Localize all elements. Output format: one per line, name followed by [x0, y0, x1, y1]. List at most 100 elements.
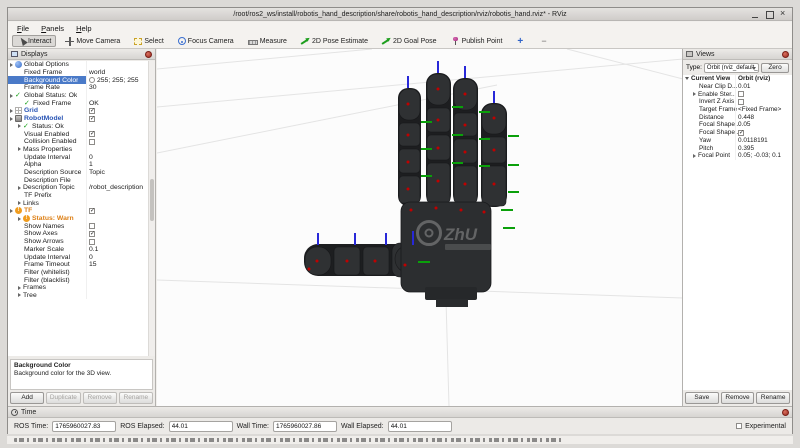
property-row-status-ok[interactable]: Status: Ok — [8, 122, 148, 131]
property-row-tf-prefix[interactable]: TF Prefix — [8, 191, 148, 200]
expand-arrow-icon[interactable] — [693, 153, 696, 158]
property-row-links[interactable]: Links — [8, 199, 148, 208]
measure-button[interactable]: Measure — [243, 35, 292, 47]
maximize-icon[interactable] — [765, 10, 774, 19]
property-row-collision-enabled[interactable]: Collision Enabled — [8, 137, 148, 146]
property-row-background-color[interactable]: Background Color 255; 255; 255 — [8, 76, 148, 85]
expand-arrow-icon[interactable] — [18, 185, 21, 190]
time-field-input-wall-time[interactable] — [273, 420, 338, 432]
displays-rename-button[interactable]: Rename — [118, 392, 153, 404]
displays-add-button[interactable]: Add — [10, 392, 45, 404]
property-row-focal-shape[interactable]: Focal Shape... 0.05 — [683, 121, 792, 129]
time-field-input-ros-time[interactable] — [52, 420, 117, 432]
property-row-global-options[interactable]: Global Options — [8, 61, 148, 69]
property-row-frame-timeout[interactable]: Frame Timeout 15 — [8, 260, 148, 269]
property-row-description-file[interactable]: Description File — [8, 176, 148, 184]
minimize-icon[interactable] — [751, 10, 760, 19]
publish-point-button[interactable]: Publish Point — [446, 35, 508, 47]
property-row-near-clip-d[interactable]: Near Clip D... 0.01 — [683, 82, 792, 91]
property-row-status-warn[interactable]: Status: Warn — [8, 214, 148, 223]
expand-arrow-icon[interactable] — [18, 124, 21, 129]
focus-camera-button[interactable]: Focus Camera — [173, 35, 239, 47]
property-row-invert-z-axis[interactable]: Invert Z Axis — [683, 98, 792, 106]
menu-item-panels[interactable]: Panels — [35, 23, 70, 34]
menu-item-help[interactable]: Help — [70, 23, 97, 34]
interact-button[interactable]: Interact — [12, 35, 57, 47]
checkbox[interactable]: ✓ — [89, 107, 95, 114]
property-row-frame-rate[interactable]: Frame Rate 30 — [8, 84, 148, 92]
expand-arrow-icon[interactable] — [10, 116, 13, 121]
property-row-fixed-frame[interactable]: Fixed Frame world — [8, 68, 148, 77]
property-row-robotmodel[interactable]: RobotModel ✓ — [8, 114, 148, 123]
checkbox[interactable]: ✓ — [738, 129, 744, 136]
property-row-fixed-frame[interactable]: Fixed Frame OK — [8, 99, 148, 108]
views-close-button[interactable] — [782, 50, 789, 58]
property-row-update-interval[interactable]: Update Interval 0 — [8, 253, 148, 261]
property-row-description-topic[interactable]: Description Topic/robot_description — [8, 184, 148, 192]
property-row-filter-blacklist[interactable]: Filter (blacklist) — [8, 276, 148, 284]
property-row-marker-scale[interactable]: Marker Scale 0.1 — [8, 245, 148, 254]
property-row-tf[interactable]: TF ✓ — [8, 207, 148, 215]
expand-arrow-icon[interactable] — [10, 93, 13, 98]
experimental-checkbox[interactable] — [736, 423, 743, 429]
views-rename-button[interactable]: Rename — [756, 392, 791, 404]
views-save-button[interactable]: Save — [685, 392, 719, 404]
minus-button[interactable] — [534, 35, 553, 47]
expand-arrow-icon[interactable] — [10, 208, 13, 213]
displays-duplicate-button[interactable]: Duplicate — [46, 392, 81, 404]
property-row-yaw[interactable]: Yaw 0.0118191 — [683, 136, 792, 145]
2d-pose-estimate-button[interactable]: 2D Pose Estimate — [296, 35, 373, 47]
property-row-enable-ster[interactable]: Enable Ster... — [683, 90, 792, 99]
checkbox[interactable]: ✓ — [89, 207, 95, 214]
3d-viewport[interactable]: ZhU — [157, 49, 683, 406]
expand-arrow-icon[interactable] — [10, 62, 13, 67]
checkbox[interactable] — [89, 238, 95, 245]
property-row-filter-whitelist[interactable]: Filter (whitelist) — [8, 268, 148, 277]
property-row-target-frame[interactable]: Target Frame <Fixed Frame> — [683, 105, 792, 114]
property-row-update-interval[interactable]: Update Interval 0 — [8, 153, 148, 161]
displays-close-button[interactable] — [145, 50, 152, 58]
expand-arrow-icon[interactable] — [18, 147, 21, 152]
property-row-description-source[interactable]: Description Source Topic — [8, 168, 148, 177]
expand-arrow-icon[interactable] — [18, 216, 21, 221]
menu-item-file[interactable]: File — [11, 23, 35, 34]
checkbox[interactable] — [738, 91, 744, 98]
view-type-select[interactable]: Orbit (rviz_default_ — [703, 62, 759, 73]
checkbox[interactable] — [89, 223, 95, 230]
expand-arrow-icon[interactable] — [18, 201, 21, 206]
property-row-show-axes[interactable]: Show Axes ✓ — [8, 230, 148, 238]
time-field-input-ros-elapsed[interactable] — [168, 420, 233, 432]
checkbox[interactable]: ✓ — [89, 115, 95, 122]
expand-arrow-icon[interactable] — [685, 77, 689, 81]
displays-scrollbar[interactable] — [148, 61, 155, 356]
property-row-focal-shape[interactable]: Focal Shape... ✓ — [683, 128, 792, 137]
checkbox[interactable]: ✓ — [89, 131, 95, 138]
time-field-input-wall-elapsed[interactable] — [387, 420, 452, 432]
property-row-current-view[interactable]: Current View Orbit (rviz) — [683, 75, 792, 83]
property-row-frames[interactable]: Frames — [8, 283, 148, 292]
zero-button[interactable]: Zero — [761, 62, 789, 73]
property-row-alpha[interactable]: Alpha 1 — [8, 160, 148, 169]
views-remove-button[interactable]: Remove — [720, 392, 755, 404]
close-icon[interactable] — [779, 9, 788, 19]
displays-remove-button[interactable]: Remove — [82, 392, 117, 404]
2d-goal-pose-button[interactable]: 2D Goal Pose — [377, 35, 442, 47]
expand-arrow-icon[interactable] — [18, 285, 21, 290]
property-row-visual-enabled[interactable]: Visual Enabled ✓ — [8, 130, 148, 138]
time-close-button[interactable] — [782, 408, 789, 416]
expand-arrow-icon[interactable] — [693, 92, 696, 97]
plus-button[interactable] — [511, 35, 530, 47]
property-row-pitch[interactable]: Pitch 0.395 — [683, 144, 792, 152]
property-row-distance[interactable]: Distance 0.448 — [683, 113, 792, 122]
property-row-grid[interactable]: Grid ✓ — [8, 107, 148, 115]
checkbox[interactable]: ✓ — [89, 230, 95, 237]
checkbox[interactable] — [89, 138, 95, 145]
property-row-focal-point[interactable]: Focal Point 0.05; -0.03; 0.1 — [683, 151, 792, 160]
expand-arrow-icon[interactable] — [10, 108, 13, 113]
property-row-mass-properties[interactable]: Mass Properties — [8, 145, 148, 154]
property-row-tree[interactable]: Tree — [8, 291, 148, 300]
property-row-show-arrows[interactable]: Show Arrows — [8, 237, 148, 246]
select-button[interactable]: Select — [129, 35, 168, 47]
checkbox[interactable] — [738, 98, 744, 105]
property-row-show-names[interactable]: Show Names — [8, 222, 148, 231]
